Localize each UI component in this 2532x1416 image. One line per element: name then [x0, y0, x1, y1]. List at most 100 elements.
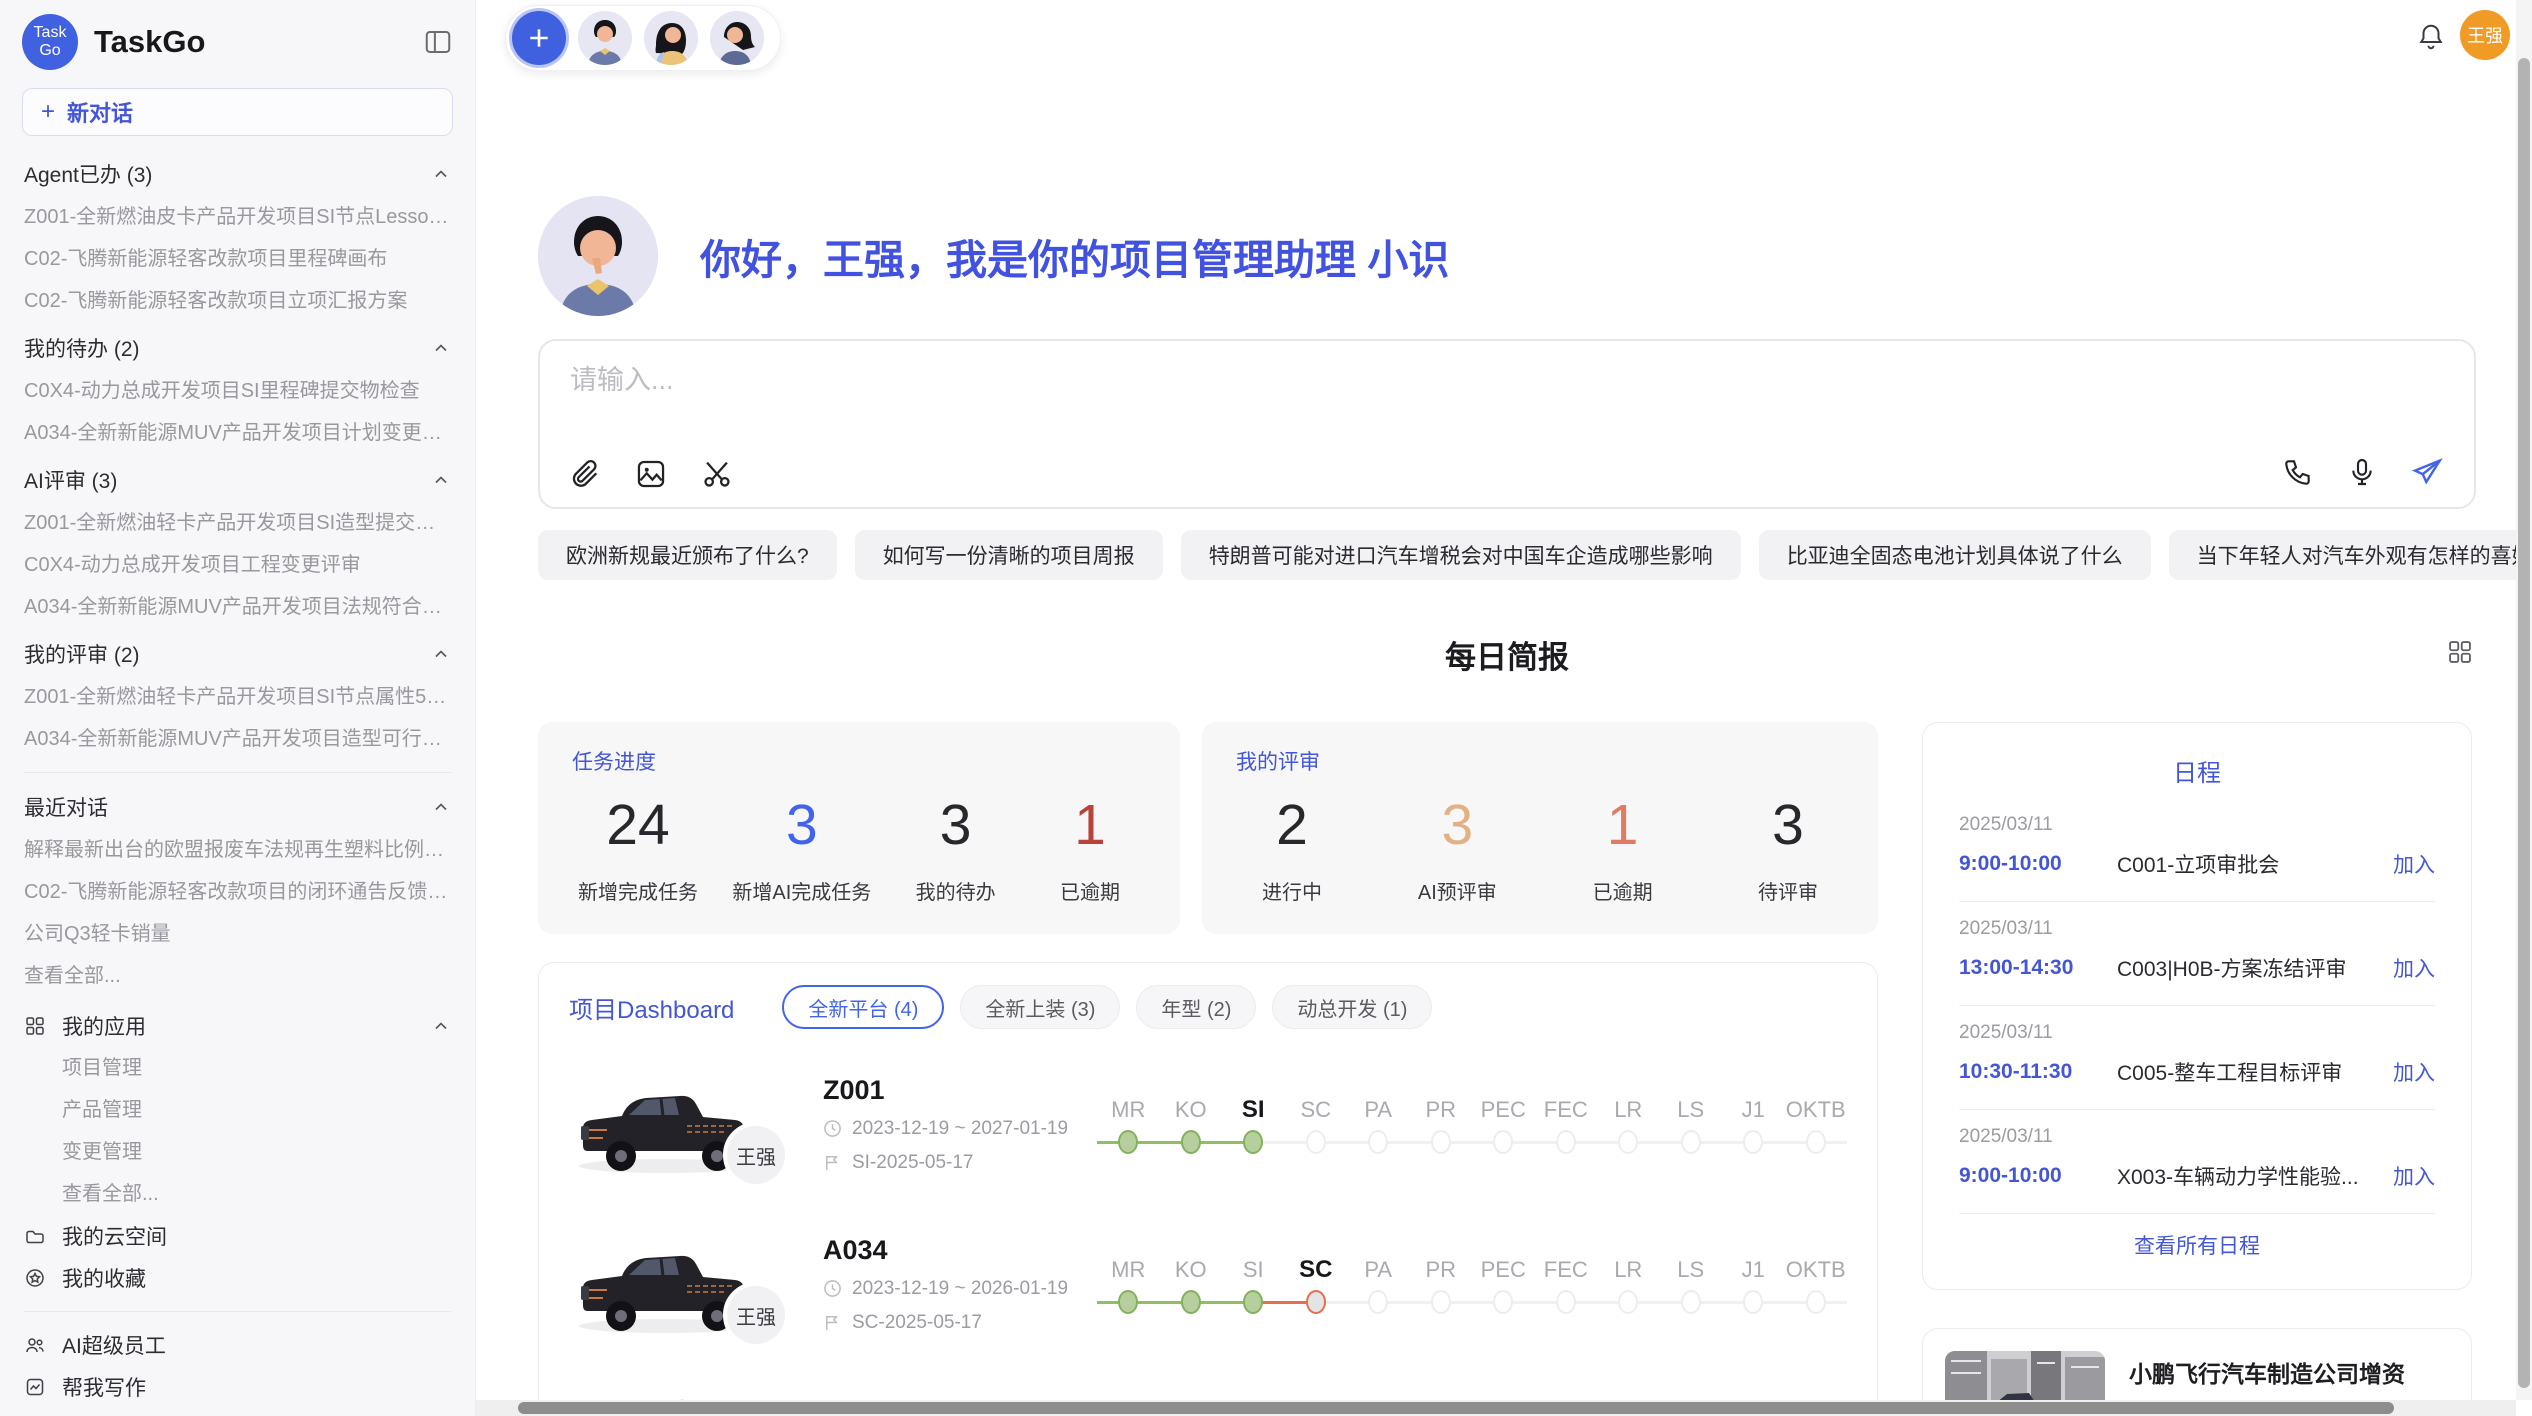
taskgo-app: Task Go TaskGo + 新对话 Agent已办 (3) Z001-全新…: [0, 0, 2532, 1416]
sidebar-item-creative-drawing[interactable]: 创意制图: [0, 1408, 475, 1416]
stat-value: 3: [906, 792, 1006, 858]
view-all-schedule-link[interactable]: 查看所有日程: [1959, 1214, 2435, 1266]
event-name: C001-立项审批会: [2117, 849, 2383, 879]
join-link[interactable]: 加入: [2393, 1057, 2435, 1087]
schedule-event: 2025/03/11 13:00-14:30 C003|H0B-方案冻结评审 加…: [1959, 902, 2435, 1006]
microphone-icon[interactable]: [2346, 456, 2378, 488]
milestone-dot: [1618, 1290, 1638, 1314]
sidebar-item-favorites[interactable]: 我的收藏: [0, 1257, 475, 1299]
app-link-project-mgmt[interactable]: 项目管理: [0, 1047, 475, 1089]
schedule-title: 日程: [1959, 753, 2435, 788]
project-row[interactable]: 王强 A034 2023-12-19 ~ 2026-01-19 SC-2025-…: [569, 1219, 1847, 1349]
milestone-dot: [1493, 1290, 1513, 1314]
list-item[interactable]: A034-全新新能源MUV产品开发项目计划变更表编写: [24, 412, 451, 454]
scissors-icon[interactable]: [700, 457, 734, 491]
section-header[interactable]: AI评审 (3): [24, 458, 451, 502]
phone-call-icon[interactable]: [2282, 456, 2314, 488]
attachment-icon[interactable]: [568, 457, 602, 491]
milestone-dot: [1618, 1130, 1638, 1154]
milestone-label: J1: [1722, 1252, 1785, 1288]
project-vehicle-image: 王强: [569, 1228, 759, 1340]
list-item[interactable]: C0X4-动力总成开发项目SI里程碑提交物检查: [24, 370, 451, 412]
clock-icon: [823, 1279, 842, 1298]
milestone-label: LS: [1660, 1092, 1723, 1128]
app-logo: Task Go: [22, 14, 78, 70]
app-title: TaskGo: [94, 24, 205, 60]
milestone-dot: [1368, 1290, 1388, 1314]
new-chat-label: 新对话: [67, 96, 133, 128]
briefing-layout-icon[interactable]: [2446, 638, 2474, 666]
section-title: Agent已办 (3): [24, 159, 152, 189]
schedule-event: 2025/03/11 9:00-10:00 C001-立项审批会 加入: [1959, 798, 2435, 902]
list-item[interactable]: Z001-全新燃油皮卡产品开发项目SI节点Lesson Learn报告: [24, 196, 451, 238]
section-recent-chats: 最近对话 解释最新出台的欧盟报废车法规再生塑料比例被调至15%... C02-飞…: [0, 785, 475, 997]
join-link[interactable]: 加入: [2393, 1161, 2435, 1191]
sidebar-item-help-me-write[interactable]: 帮我写作: [0, 1366, 475, 1408]
app-link-product-mgmt[interactable]: 产品管理: [0, 1089, 475, 1131]
tab-new-body[interactable]: 全新上装 (3): [960, 985, 1120, 1029]
milestone-timeline: MR KO SI SC PA PR PEC FEC LR LS J1 OKTB: [1097, 1092, 1847, 1156]
suggestion-chip[interactable]: 当下年轻人对汽车外观有怎样的喜好趋势: [2169, 530, 2532, 580]
star-badge-icon: [24, 1267, 48, 1289]
event-date: 2025/03/11: [1959, 814, 2435, 836]
greeting-text: 你好，王强，我是你的项目管理助理 小识: [700, 226, 1449, 286]
suggestion-chip[interactable]: 比亚迪全固态电池计划具体说了什么: [1759, 530, 2151, 580]
section-header[interactable]: 最近对话: [24, 785, 451, 829]
event-name: C005-整车工程目标评审: [2117, 1057, 2383, 1087]
project-row[interactable]: 王强 Z001 2023-12-19 ~ 2027-01-19 SI-2025-…: [569, 1059, 1847, 1189]
tab-year-model[interactable]: 年型 (2): [1136, 985, 1256, 1029]
list-item[interactable]: C02-飞腾新能源轻客改款项目立项汇报方案: [24, 280, 451, 322]
view-all-link[interactable]: 查看全部...: [0, 1173, 475, 1215]
send-icon[interactable]: [2410, 455, 2444, 489]
sidebar-collapse-icon[interactable]: [423, 27, 453, 57]
milestone-label: SC: [1285, 1092, 1348, 1128]
stat-ai-pre-review: 3 AI预评审: [1407, 792, 1507, 905]
list-item[interactable]: Z001-全新燃油轻卡产品开发项目SI造型提交物评审: [24, 502, 451, 544]
my-review-card: 我的评审 2 进行中 3 AI预评审 1 已逾期: [1202, 722, 1878, 934]
list-item[interactable]: Z001-全新燃油轻卡产品开发项目SI节点属性5D文件评审: [24, 676, 451, 718]
avatar[interactable]: [710, 11, 764, 65]
avatar[interactable]: [644, 11, 698, 65]
stat-value: 2: [1242, 792, 1342, 858]
section-header[interactable]: Agent已办 (3): [24, 152, 451, 196]
sidebar-item-ai-super-staff[interactable]: AI超级员工: [0, 1324, 475, 1366]
briefing-columns: 任务进度 24 新增完成任务 3 新增AI完成任务 3 我的待办: [538, 722, 2472, 1416]
horizontal-scrollbar-thumb[interactable]: [518, 1402, 2394, 1414]
list-item[interactable]: 公司Q3轻卡销量: [24, 913, 451, 955]
notification-bell-icon[interactable]: [2416, 22, 2446, 52]
sidebar-item-cloud-space[interactable]: 我的云空间: [0, 1215, 475, 1257]
milestone-dot: [1368, 1130, 1388, 1154]
list-item[interactable]: A034-全新新能源MUV产品开发项目造型可行性评审: [24, 718, 451, 760]
join-link[interactable]: 加入: [2393, 953, 2435, 983]
suggestion-chips: 欧洲新规最近颁布了什么? 如何写一份清晰的项目周报 特朗普可能对进口汽车增税会对…: [538, 530, 2476, 580]
stat-value: 24: [578, 792, 698, 858]
sidebar-item-my-apps[interactable]: 我的应用: [0, 1005, 475, 1047]
suggestion-chip[interactable]: 特朗普可能对进口汽车增税会对中国车企造成哪些影响: [1181, 530, 1741, 580]
section-header[interactable]: 我的评审 (2): [24, 632, 451, 676]
image-icon[interactable]: [634, 457, 668, 491]
tab-new-platform[interactable]: 全新平台 (4): [782, 985, 944, 1029]
join-link[interactable]: 加入: [2393, 849, 2435, 879]
event-name: C003|H0B-方案冻结评审: [2117, 953, 2383, 983]
list-item[interactable]: C02-飞腾新能源轻客改款项目的闭环通告反馈情况: [24, 871, 451, 913]
suggestion-chip[interactable]: 欧洲新规最近颁布了什么?: [538, 530, 837, 580]
milestone-label: PEC: [1472, 1252, 1535, 1288]
stat-label: 待评审: [1738, 876, 1838, 905]
suggestion-chip[interactable]: 如何写一份清晰的项目周报: [855, 530, 1163, 580]
vertical-scrollbar-thumb[interactable]: [2518, 58, 2530, 1388]
add-agent-button[interactable]: [512, 11, 566, 65]
section-header[interactable]: 我的待办 (2): [24, 326, 451, 370]
chat-input[interactable]: [570, 365, 1770, 396]
list-item[interactable]: A034-全新新能源MUV产品开发项目法规符合性评审: [24, 586, 451, 628]
view-all-link[interactable]: 查看全部...: [24, 955, 451, 997]
milestone-dot: [1431, 1130, 1451, 1154]
list-item[interactable]: C02-飞腾新能源轻客改款项目里程碑画布: [24, 238, 451, 280]
avatar[interactable]: [578, 11, 632, 65]
milestone-dot: [1431, 1290, 1451, 1314]
tab-powertrain[interactable]: 动总开发 (1): [1272, 985, 1432, 1029]
list-item[interactable]: C0X4-动力总成开发项目工程变更评审: [24, 544, 451, 586]
list-item[interactable]: 解释最新出台的欧盟报废车法规再生塑料比例被调至15%...: [24, 829, 451, 871]
app-link-change-mgmt[interactable]: 变更管理: [0, 1131, 475, 1173]
user-avatar[interactable]: 王强: [2460, 10, 2510, 60]
new-chat-button[interactable]: + 新对话: [22, 88, 453, 136]
